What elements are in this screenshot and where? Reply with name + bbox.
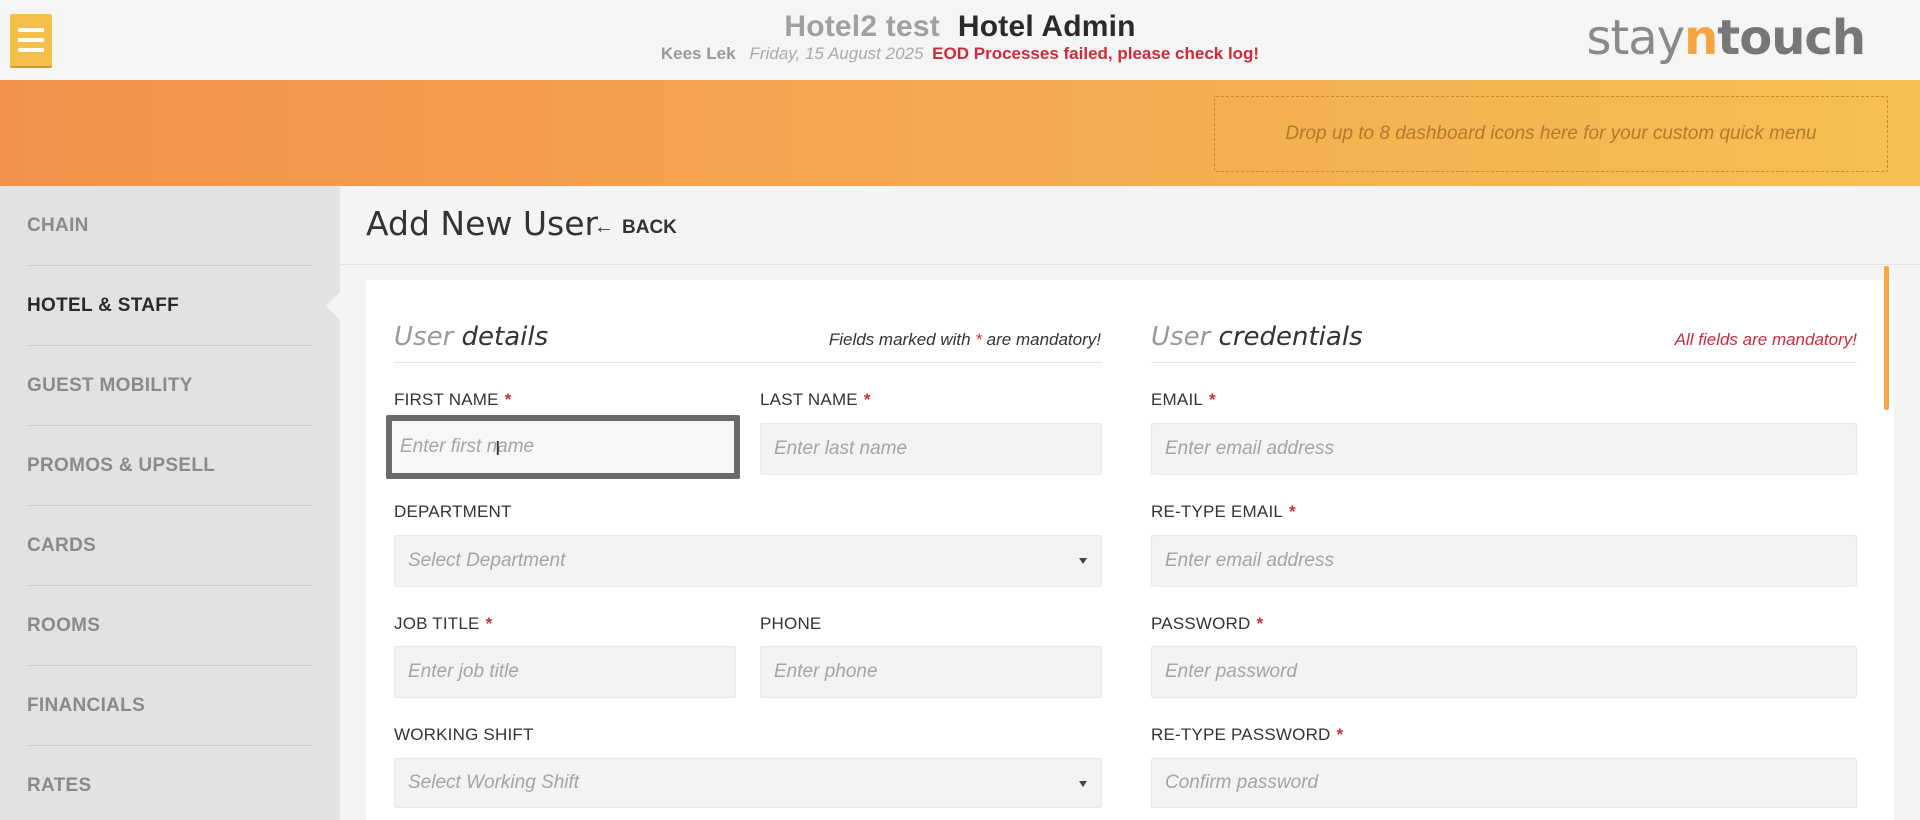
sidebar-item-financials[interactable]: FINANCIALS — [27, 666, 313, 746]
sidebar-item-guest-mobility[interactable]: GUEST MOBILITY — [27, 346, 313, 426]
retype-password-input[interactable] — [1151, 758, 1857, 808]
quick-menu-dropzone[interactable]: Drop up to 8 dashboard icons here for yo… — [1214, 96, 1888, 172]
business-date: Friday, 15 August 2025 — [749, 44, 924, 63]
retype-email-input[interactable] — [1151, 535, 1857, 587]
chevron-down-icon — [1079, 781, 1087, 787]
back-button-label: BACK — [622, 216, 677, 238]
first-name-label: FIRST NAME * — [394, 390, 512, 409]
hotel-name: Hotel2 test — [784, 10, 940, 43]
top-header: Hotel2 test Hotel Admin Kees Lek Friday, 1… — [0, 0, 1920, 80]
job-title-input[interactable] — [394, 646, 736, 698]
password-label: PASSWORD * — [1151, 614, 1264, 633]
working-shift-select[interactable]: Select Working Shift — [394, 758, 1102, 808]
password-input[interactable] — [1151, 646, 1857, 698]
email-label: EMAIL * — [1151, 390, 1216, 409]
sidebar-item-rates[interactable]: RATES — [27, 746, 313, 820]
user-name: Kees Lek — [660, 44, 736, 63]
sidebar-item-promos-upsell[interactable]: PROMOS & UPSELL — [27, 426, 313, 506]
working-shift-label: WORKING SHIFT — [394, 725, 534, 744]
sidebar-item-hotel-staff[interactable]: HOTEL & STAFF — [27, 266, 313, 346]
all-fields-mandatory-note: All fields are mandatory! — [1674, 330, 1857, 349]
sidebar-item-rooms[interactable]: ROOMS — [27, 586, 313, 666]
first-name-input[interactable] — [386, 415, 740, 479]
active-item-pointer — [326, 292, 340, 320]
section-divider — [1151, 362, 1857, 363]
sidebar: CHAIN HOTEL & STAFF GUEST MOBILITY PROMO… — [0, 186, 340, 820]
department-select[interactable]: Select Department — [394, 535, 1102, 587]
app-title: Hotel Admin — [957, 10, 1136, 43]
mandatory-fields-note: Fields marked with * are mandatory! — [828, 330, 1101, 349]
page-title: Add New User — [366, 204, 599, 243]
arrow-left-icon: ← — [594, 216, 614, 238]
phone-input[interactable] — [760, 646, 1102, 698]
retype-email-label: RE-TYPE EMAIL * — [1151, 502, 1296, 521]
user-details-heading: User details — [394, 322, 549, 352]
eod-error-message[interactable]: EOD Processes failed, please check log! — [932, 44, 1259, 63]
quick-menu-banner: Drop up to 8 dashboard icons here for yo… — [0, 80, 1920, 186]
department-label: DEPARTMENT — [394, 502, 512, 521]
user-credentials-heading: User credentials — [1151, 322, 1363, 352]
retype-password-label: RE-TYPE PASSWORD * — [1151, 725, 1344, 744]
sidebar-item-cards[interactable]: CARDS — [27, 506, 313, 586]
stayntouch-logo: stayntouch — [1586, 10, 1866, 66]
title-divider — [340, 264, 1920, 265]
scrollbar-thumb[interactable] — [1884, 266, 1889, 410]
job-title-label: JOB TITLE * — [394, 614, 493, 633]
chevron-down-icon — [1079, 558, 1087, 564]
last-name-input[interactable] — [760, 423, 1102, 475]
phone-label: PHONE — [760, 614, 822, 633]
back-button[interactable]: ← BACK — [594, 216, 677, 239]
email-input[interactable] — [1151, 423, 1857, 475]
sidebar-item-chain[interactable]: CHAIN — [27, 186, 313, 266]
last-name-label: LAST NAME * — [760, 390, 871, 409]
section-divider — [394, 362, 1102, 363]
mouse-text-cursor-icon: I — [495, 438, 501, 460]
